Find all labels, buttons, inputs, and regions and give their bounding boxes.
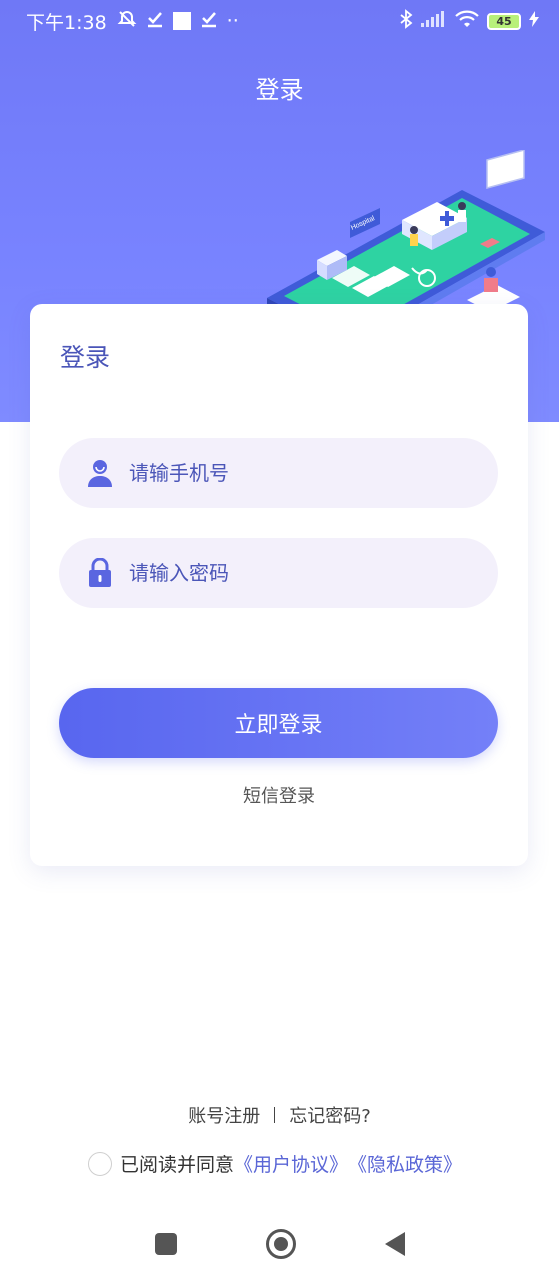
signal-icon [421,11,447,31]
agree-radio[interactable] [88,1151,112,1176]
user-agreement-link[interactable]: 《用户协议》 [234,1150,348,1177]
bluetooth-icon [399,9,413,33]
status-time: 下午1:38 [26,11,107,34]
user-icon [87,458,113,488]
agreement-row: 已阅读并同意 《用户协议》 《隐私政策》 [88,1150,462,1177]
agree-text: 已阅读并同意 [120,1154,235,1176]
login-button[interactable]: 立即登录 [59,688,498,758]
divider [274,1107,276,1123]
recent-apps-icon[interactable] [154,1233,177,1255]
charging-icon [529,11,539,31]
forgot-password-link[interactable]: 忘记密码? [289,1102,371,1128]
login-card: 登录 立即登录 短信登录 [30,304,528,866]
home-icon[interactable] [265,1229,296,1259]
privacy-policy-link[interactable]: 《隐私政策》 [348,1150,462,1177]
square-icon [172,12,191,30]
status-bar: 下午1:38 ·· 45 [0,0,559,42]
footer-links: 账号注册 忘记密码? [0,1102,559,1128]
page-title: 登录 [255,76,304,104]
system-nav-bar [0,1212,559,1276]
check-icon [147,10,163,33]
muted-alarm-icon [117,9,137,34]
wifi-icon [455,10,479,32]
check-icon [201,10,217,33]
password-input[interactable] [129,561,469,585]
register-link[interactable]: 账号注册 [188,1102,260,1128]
battery-icon: 45 [487,12,521,30]
sms-login-link[interactable]: 短信登录 [30,782,528,808]
back-icon[interactable] [384,1232,405,1256]
login-card-title: 登录 [60,343,111,372]
phone-field[interactable] [59,438,498,508]
phone-input[interactable] [129,461,469,485]
lock-icon [87,558,113,588]
more-dots-icon: ·· [226,10,239,32]
password-field[interactable] [59,538,498,608]
